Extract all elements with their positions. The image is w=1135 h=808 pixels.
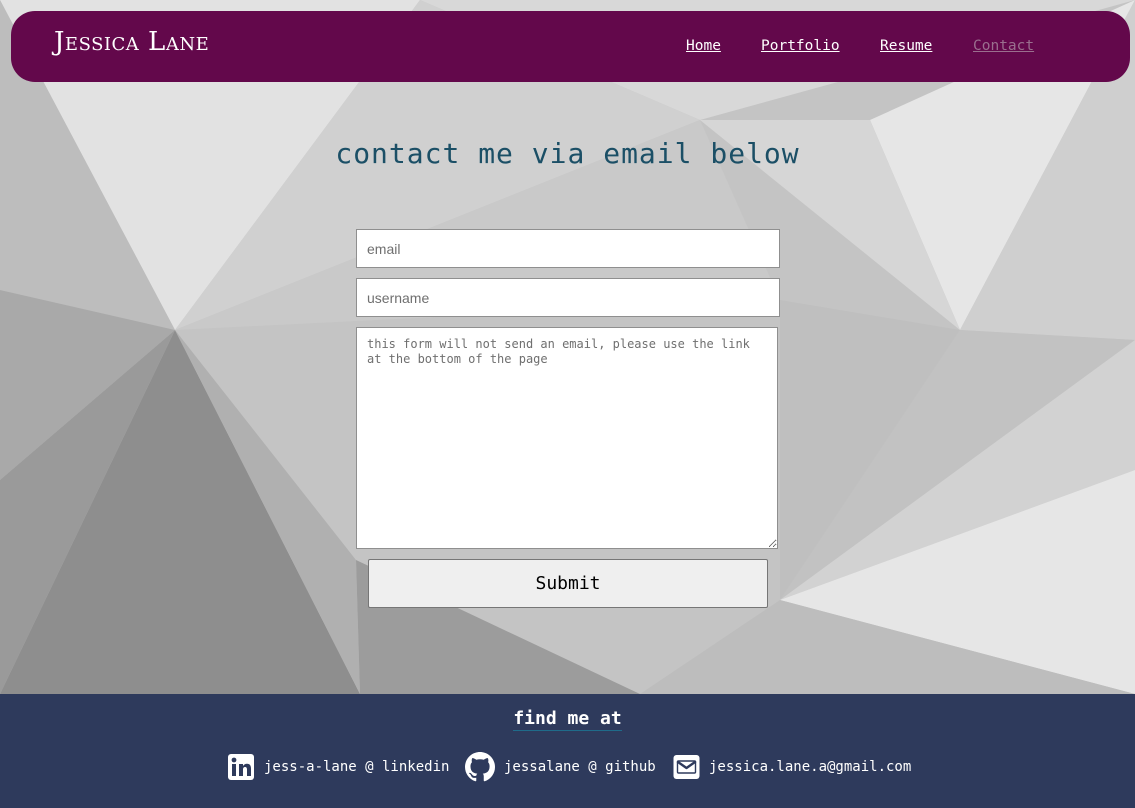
nav-link-resume[interactable]: Resume: [880, 38, 932, 54]
nav-link-portfolio[interactable]: Portfolio: [761, 38, 840, 54]
github-link[interactable]: jessalane @ github: [465, 752, 656, 782]
linkedin-icon: [228, 754, 254, 780]
email-link[interactable]: jessica.lane.a@gmail.com: [673, 752, 911, 782]
github-label: jessalane @ github: [504, 759, 656, 775]
email-field[interactable]: [356, 229, 780, 268]
envelope-icon: [673, 755, 700, 779]
navbar: Jessica Lane Home Portfolio Resume Conta…: [11, 11, 1130, 82]
linkedin-label: jess-a-lane @ linkedin: [264, 759, 450, 775]
footer: find me at jess-a-lane @ linkedin jessal…: [0, 694, 1135, 808]
main-nav: Home Portfolio Resume Contact: [11, 38, 1130, 62]
nav-link-contact[interactable]: Contact: [973, 38, 1034, 54]
nav-link-home[interactable]: Home: [686, 38, 721, 54]
linkedin-link[interactable]: jess-a-lane @ linkedin: [227, 752, 449, 782]
username-field[interactable]: [356, 278, 780, 317]
footer-title-text: find me at: [513, 708, 622, 731]
footer-title: find me at: [0, 708, 1135, 731]
email-label: jessica.lane.a@gmail.com: [709, 759, 912, 775]
page-heading: contact me via email below: [335, 137, 800, 170]
message-textarea[interactable]: [356, 327, 778, 549]
github-icon: [465, 752, 495, 782]
submit-button[interactable]: Submit: [368, 559, 768, 608]
